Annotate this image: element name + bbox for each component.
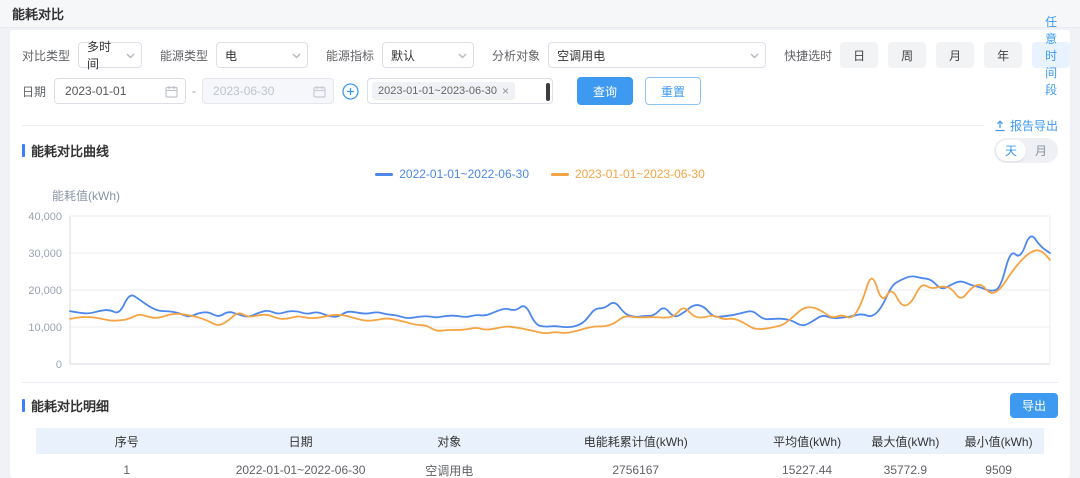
calendar-icon <box>165 85 178 98</box>
energy-indicator-label: 能源指标 <box>326 47 374 64</box>
legend-dash-icon <box>375 173 393 176</box>
filter-row-2: 日期 2023-01-01 - 2023-06-30 2023-01-01~20… <box>22 77 1058 105</box>
table-section-header: 能耗对比明细 导出 <box>22 393 1058 418</box>
detail-table: 序号 日期 对象 电能耗累计值(kWh) 平均值(kWh) 最大值(kWh) 最… <box>36 428 1044 478</box>
divider-line <box>22 125 984 126</box>
section-bar <box>22 144 25 157</box>
chevron-down-icon <box>750 53 759 59</box>
chevron-down-icon <box>292 53 301 59</box>
energy-type-select[interactable]: 电 <box>216 42 308 68</box>
quick-week-button[interactable]: 周 <box>888 42 926 68</box>
energy-type-label: 能源类型 <box>160 47 208 64</box>
plus-circle-icon <box>342 83 359 100</box>
quick-select-label: 快捷选时 <box>784 47 832 64</box>
date-range-separator: - <box>192 84 196 98</box>
start-date-input[interactable]: 2023-01-01 <box>54 78 186 104</box>
legend-dash-icon <box>551 173 569 176</box>
granularity-month-tab[interactable]: 月 <box>1026 140 1056 161</box>
svg-text:10,000: 10,000 <box>28 322 62 334</box>
energy-type-value: 电 <box>225 47 237 64</box>
col-date: 日期 <box>217 428 383 454</box>
compare-type-value: 多时间 <box>87 38 121 72</box>
granularity-day-tab[interactable]: 天 <box>996 140 1026 161</box>
date-range-tag: 2023-01-01~2023-06-30 × <box>372 82 515 100</box>
table-header-row: 序号 日期 对象 电能耗累计值(kWh) 平均值(kWh) 最大值(kWh) 最… <box>36 428 1044 454</box>
svg-text:20,000: 20,000 <box>28 285 62 297</box>
chevron-down-icon <box>458 53 467 59</box>
analysis-object-value: 空调用电 <box>557 47 605 64</box>
tagbox-scrollbar[interactable] <box>546 83 550 101</box>
detail-table-wrap: 序号 日期 对象 电能耗累计值(kWh) 平均值(kWh) 最大值(kWh) 最… <box>36 428 1044 478</box>
tag-close-icon[interactable]: × <box>502 85 509 97</box>
legend-item-2023[interactable]: 2023-01-01~2023-06-30 <box>551 167 705 181</box>
svg-text:40,000: 40,000 <box>28 211 62 223</box>
chevron-down-icon <box>126 53 135 59</box>
granularity-toggle: 天 月 <box>994 138 1058 163</box>
quick-month-button[interactable]: 月 <box>936 42 974 68</box>
energy-indicator-select[interactable]: 默认 <box>382 42 474 68</box>
quick-year-button[interactable]: 年 <box>984 42 1022 68</box>
query-button[interactable]: 查询 <box>577 77 633 105</box>
y-axis-label: 能耗值(kWh) <box>52 187 1058 204</box>
analysis-object-select[interactable]: 空调用电 <box>548 42 766 68</box>
end-date-input[interactable]: 2023-06-30 <box>202 78 334 104</box>
legend-item-2022[interactable]: 2022-01-01~2022-06-30 <box>375 167 529 181</box>
svg-text:0: 0 <box>56 359 62 371</box>
col-average: 平均值(kWh) <box>757 428 858 454</box>
end-date-value: 2023-06-30 <box>213 84 274 98</box>
section-divider <box>22 382 1058 383</box>
analysis-object-label: 分析对象 <box>492 47 540 64</box>
report-export-link[interactable]: 报告导出 <box>994 117 1058 134</box>
range-tag-box[interactable]: 2023-01-01~2023-06-30 × <box>367 78 553 104</box>
col-total: 电能耗累计值(kWh) <box>515 428 757 454</box>
compare-type-select[interactable]: 多时间 <box>78 42 142 68</box>
main-panel: 对比类型 多时间 能源类型 电 能源指标 默认 分析对象 空调用电 <box>10 30 1070 478</box>
section-bar <box>22 399 25 412</box>
col-seq: 序号 <box>36 428 217 454</box>
col-min: 最小值(kWh) <box>953 428 1044 454</box>
reset-button[interactable]: 重置 <box>645 77 701 105</box>
chart-section-header: 能耗对比曲线 天 月 <box>22 138 1058 163</box>
add-range-button[interactable] <box>342 83 359 100</box>
calendar-icon <box>313 85 326 98</box>
line-chart[interactable]: 0 10,000 20,000 30,000 40,000 <box>22 206 1058 378</box>
table-section-title: 能耗对比明细 <box>22 396 109 415</box>
date-label: 日期 <box>22 83 46 100</box>
svg-text:30,000: 30,000 <box>28 248 62 260</box>
energy-indicator-value: 默认 <box>391 47 415 64</box>
table-export-button[interactable]: 导出 <box>1010 393 1058 418</box>
compare-type-label: 对比类型 <box>22 47 70 64</box>
page-title: 能耗对比 <box>12 4 64 23</box>
chart-section-title: 能耗对比曲线 <box>22 141 109 160</box>
filter-row-1: 对比类型 多时间 能源类型 电 能源指标 默认 分析对象 空调用电 <box>22 42 1058 68</box>
col-object: 对象 <box>384 428 515 454</box>
quick-anyrange-button[interactable]: 任意时间段 <box>1032 42 1070 68</box>
page-header: 能耗对比 <box>0 0 1080 28</box>
col-max: 最大值(kWh) <box>857 428 953 454</box>
divider-row: 报告导出 <box>22 117 1058 134</box>
start-date-value: 2023-01-01 <box>65 84 126 98</box>
chart-legend: 2022-01-01~2022-06-30 2023-01-01~2023-06… <box>22 167 1058 181</box>
quick-day-button[interactable]: 日 <box>840 42 878 68</box>
table-row: 1 2022-01-01~2022-06-30 空调用电 2756167 152… <box>36 454 1044 478</box>
export-icon <box>994 120 1006 132</box>
